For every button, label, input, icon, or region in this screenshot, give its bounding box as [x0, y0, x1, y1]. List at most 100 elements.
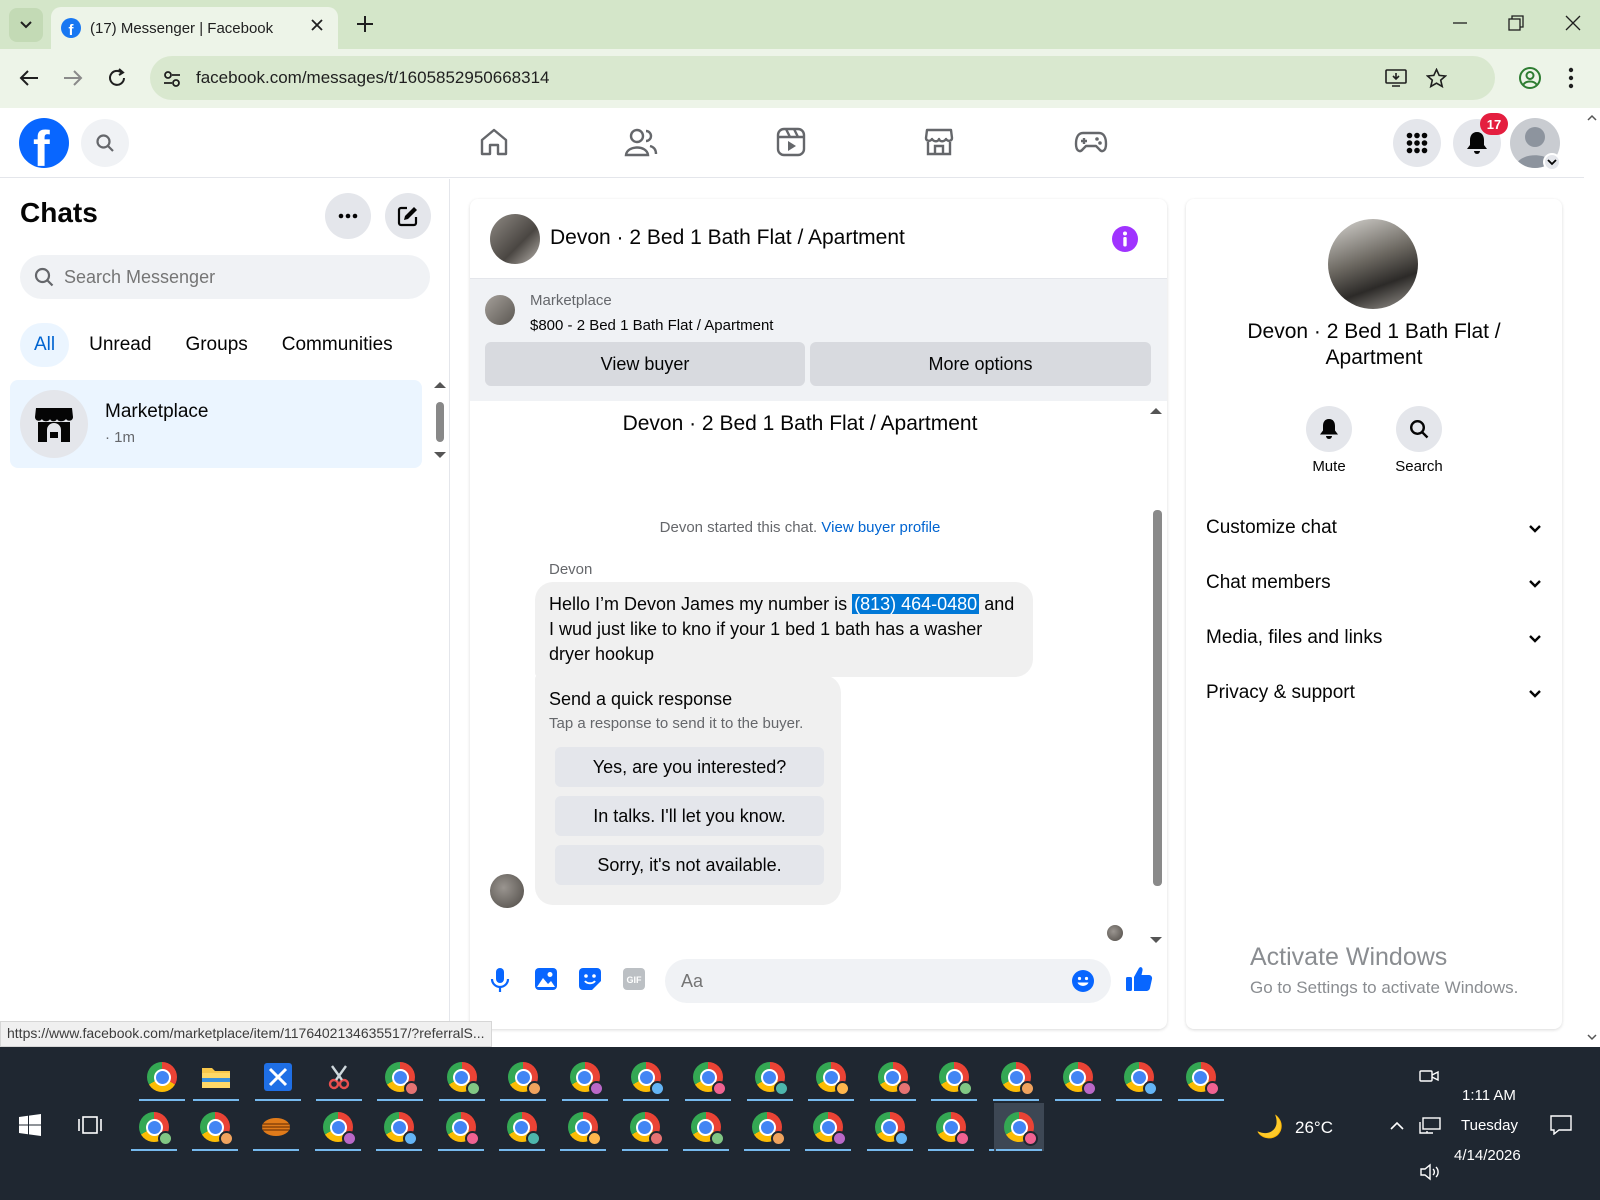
clock-date[interactable]: 4/14/2026	[1454, 1147, 1521, 1164]
close-window-icon[interactable]	[1565, 15, 1581, 31]
chrome-taskbar-icon[interactable]	[313, 1103, 363, 1151]
details-avatar[interactable]	[1328, 219, 1418, 309]
scroll-up-icon[interactable]	[1587, 114, 1597, 122]
chrome-taskbar-icon[interactable]	[560, 1053, 610, 1101]
chrome-taskbar-icon[interactable]	[1053, 1053, 1103, 1101]
kebab-menu-icon[interactable]	[1568, 67, 1574, 89]
new-message-button[interactable]	[385, 193, 431, 239]
chrome-taskbar-icon[interactable]	[137, 1053, 187, 1101]
install-app-icon[interactable]	[1385, 68, 1407, 88]
scroll-down-icon[interactable]	[432, 450, 448, 460]
chrome-taskbar-icon[interactable]	[620, 1103, 670, 1151]
message-bubble[interactable]: Hello I’m Devon James my number is (813)…	[535, 582, 1033, 677]
chrome-taskbar-icon[interactable]	[1114, 1053, 1164, 1101]
chrome-taskbar-icon[interactable]	[803, 1103, 853, 1151]
volume-icon[interactable]	[1419, 1163, 1441, 1181]
chrome-taskbar-icon[interactable]	[683, 1053, 733, 1101]
customize-chat-section[interactable]: Customize chat	[1206, 508, 1542, 548]
thread-scroll-thumb[interactable]	[1153, 510, 1162, 886]
filter-communities[interactable]: Communities	[268, 323, 407, 367]
quick-response-option[interactable]: In talks. I'll let you know.	[555, 796, 824, 836]
page-scrollbar[interactable]	[1584, 108, 1600, 1046]
orange-app-taskbar-icon[interactable]	[251, 1103, 301, 1151]
chat-list-scroll-thumb[interactable]	[436, 402, 444, 442]
media-files-links-section[interactable]: Media, files and links	[1206, 618, 1542, 658]
chrome-taskbar-icon[interactable]	[374, 1103, 424, 1151]
chrome-taskbar-icon[interactable]	[436, 1103, 486, 1151]
clock-day[interactable]: Tuesday	[1461, 1117, 1518, 1134]
chrome-taskbar-icon[interactable]	[621, 1053, 671, 1101]
privacy-support-section[interactable]: Privacy & support	[1206, 673, 1542, 713]
gif-icon[interactable]: GIF	[622, 967, 646, 991]
chrome-taskbar-icon[interactable]	[745, 1053, 795, 1101]
menu-button[interactable]	[1393, 119, 1441, 167]
clock-time[interactable]: 1:11 AM	[1462, 1087, 1516, 1104]
chrome-taskbar-icon[interactable]	[994, 1103, 1044, 1151]
reload-icon[interactable]	[106, 67, 128, 89]
chrome-taskbar-icon[interactable]	[742, 1103, 792, 1151]
restore-icon[interactable]	[1508, 15, 1524, 31]
chat-options-button[interactable]	[325, 193, 371, 239]
thumbs-up-icon[interactable]	[1125, 965, 1153, 993]
photo-icon[interactable]	[534, 967, 558, 991]
blue-app-taskbar-icon[interactable]	[253, 1053, 303, 1101]
sticker-icon[interactable]	[578, 967, 602, 991]
browser-tab[interactable]: f (17) Messenger | Facebook	[51, 7, 338, 49]
info-icon[interactable]	[1112, 226, 1138, 252]
weather-temperature[interactable]: 26°C	[1295, 1118, 1333, 1138]
search-action[interactable]: Search	[1384, 406, 1454, 475]
tab-close-icon[interactable]	[310, 18, 324, 32]
scroll-up-icon[interactable]	[1148, 406, 1164, 416]
microphone-icon[interactable]	[490, 967, 510, 993]
address-bar[interactable]: facebook.com/messages/t/1605852950668314	[150, 56, 1495, 100]
chrome-taskbar-icon[interactable]	[929, 1053, 979, 1101]
filter-unread[interactable]: Unread	[75, 323, 165, 367]
emoji-icon[interactable]	[1071, 969, 1095, 993]
chrome-taskbar-icon[interactable]	[865, 1103, 915, 1151]
site-settings-icon[interactable]	[162, 69, 182, 89]
bookmark-star-icon[interactable]	[1426, 68, 1447, 89]
chrome-taskbar-icon[interactable]	[190, 1103, 240, 1151]
search-messenger-input[interactable]	[64, 255, 414, 299]
account-menu-caret[interactable]	[1543, 153, 1561, 171]
scroll-down-icon[interactable]	[1148, 935, 1164, 945]
message-input-box[interactable]	[665, 959, 1111, 1003]
video-icon[interactable]	[775, 126, 807, 158]
sender-avatar[interactable]	[490, 874, 524, 908]
chrome-taskbar-icon[interactable]	[806, 1053, 856, 1101]
chrome-taskbar-icon[interactable]	[1176, 1053, 1226, 1101]
minimize-icon[interactable]	[1452, 15, 1468, 31]
listing-price-title[interactable]: $800 - 2 Bed 1 Bath Flat / Apartment	[530, 317, 773, 334]
chrome-taskbar-icon[interactable]	[558, 1103, 608, 1151]
view-buyer-button[interactable]: View buyer	[485, 342, 805, 386]
filter-groups[interactable]: Groups	[171, 323, 261, 367]
chrome-taskbar-icon[interactable]	[991, 1053, 1041, 1101]
listing-thumbnail[interactable]	[485, 295, 515, 325]
friends-icon[interactable]	[624, 126, 658, 158]
action-center-icon[interactable]	[1550, 1115, 1572, 1135]
file-explorer-taskbar-icon[interactable]	[191, 1053, 241, 1101]
chrome-taskbar-icon[interactable]	[437, 1053, 487, 1101]
chrome-taskbar-icon[interactable]	[868, 1053, 918, 1101]
chrome-profile-icon[interactable]	[1518, 66, 1542, 90]
task-view-icon[interactable]	[78, 1113, 102, 1137]
chrome-taskbar-icon[interactable]	[681, 1103, 731, 1151]
mute-action[interactable]: Mute	[1294, 406, 1364, 475]
chrome-taskbar-icon[interactable]	[498, 1053, 548, 1101]
chrome-taskbar-icon[interactable]	[129, 1103, 179, 1151]
back-arrow-icon[interactable]	[18, 67, 40, 89]
view-buyer-profile-link[interactable]: View buyer profile	[821, 519, 940, 536]
chrome-taskbar-icon[interactable]	[375, 1053, 425, 1101]
quick-response-option[interactable]: Sorry, it's not available.	[555, 845, 824, 885]
message-input[interactable]	[681, 959, 1051, 1003]
snipping-tool-taskbar-icon[interactable]	[314, 1053, 364, 1101]
scroll-up-icon[interactable]	[432, 380, 448, 390]
conversation-avatar[interactable]	[490, 214, 540, 264]
tab-search-button[interactable]	[9, 8, 43, 42]
quick-response-option[interactable]: Yes, are you interested?	[555, 747, 824, 787]
new-tab-icon[interactable]	[355, 14, 375, 34]
windows-start-icon[interactable]	[19, 1114, 41, 1136]
home-icon[interactable]	[478, 126, 510, 158]
chrome-taskbar-icon[interactable]	[497, 1103, 547, 1151]
conversation-title[interactable]: Devon · 2 Bed 1 Bath Flat / Apartment	[550, 226, 905, 250]
